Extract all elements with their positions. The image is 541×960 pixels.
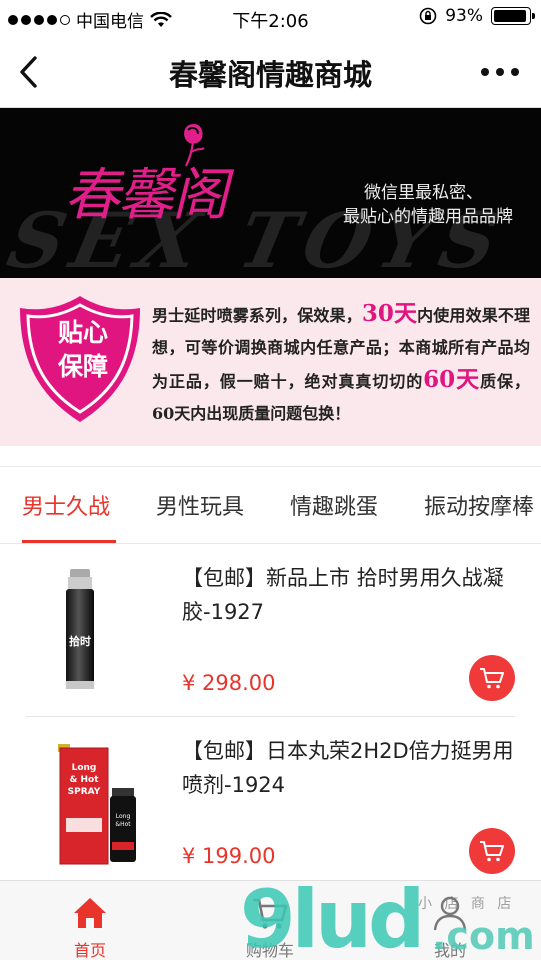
tab-vibrating-eggs[interactable]: 情趣跳蛋: [290, 489, 378, 521]
tab-vibrating-massagers[interactable]: 振动按摩棒: [424, 489, 534, 521]
product-image[interactable]: Long & Hot SPRAY Long &Hot: [40, 738, 150, 868]
active-tab-indicator: [22, 540, 116, 543]
nav-profile[interactable]: 我的: [390, 881, 510, 960]
battery-icon: [491, 7, 535, 25]
cart-icon: [480, 841, 504, 862]
product-price: ¥ 298.00: [182, 671, 276, 695]
guarantee-description: 男士延时喷雾系列，保效果，30天内使用效果不理想，可等价调换商城内任意产品；本商…: [152, 298, 530, 430]
product-price: ¥ 199.00: [182, 844, 276, 868]
cart-icon: [253, 898, 288, 929]
brand-banner[interactable]: SEX TOYS 春馨阁 微信里最私密、 最贴心的情趣用品品牌: [0, 108, 541, 278]
product-divider: [26, 716, 515, 717]
nav-home-label: 首页: [73, 941, 106, 960]
nav-profile-label: 我的: [433, 941, 466, 960]
more-options-icon[interactable]: [481, 68, 519, 76]
tab-men-endurance[interactable]: 男士久战: [22, 489, 110, 521]
product-image[interactable]: 拾时: [40, 565, 120, 695]
svg-text:Long: Long: [72, 763, 97, 773]
nav-home[interactable]: 首页: [30, 881, 150, 960]
battery-percent: 93%: [445, 6, 483, 26]
status-right: 93%: [419, 6, 535, 26]
svg-text:&Hot: &Hot: [115, 821, 131, 828]
guarantee-section: 贴心 保障 男士延时喷雾系列，保效果，30天内使用效果不理想，可等价调换商城内任…: [0, 278, 541, 446]
tab-male-toys[interactable]: 男性玩具: [156, 489, 244, 521]
category-tabs: 男士久战 男性玩具 情趣跳蛋 振动按摩棒: [0, 466, 541, 544]
guarantee-text-part1: 男士延时喷雾系列，保效果，: [152, 306, 362, 325]
svg-text:Long: Long: [116, 813, 131, 820]
badge-line1: 贴心: [57, 318, 108, 347]
svg-text:SPRAY: SPRAY: [68, 787, 101, 797]
product-image-label: 拾时: [69, 634, 91, 648]
add-to-cart-button[interactable]: [469, 828, 515, 874]
guarantee-badge: 贴心 保障: [38, 316, 128, 384]
banner-slogan-line1: 微信里最私密、: [364, 183, 483, 203]
banner-logo: 春馨阁: [64, 163, 228, 228]
add-to-cart-button[interactable]: [469, 655, 515, 701]
svg-text:& Hot: & Hot: [70, 775, 100, 785]
product-card[interactable]: Long & Hot SPRAY Long &Hot 【包邮】日本丸荣2H2D倍…: [0, 718, 541, 880]
badge-line2: 保障: [57, 352, 108, 381]
user-icon: [433, 896, 467, 931]
banner-slogan-line2: 最贴心的情趣用品品牌: [343, 207, 513, 227]
product-card[interactable]: 拾时 【包邮】新品上市 拾时男用久战凝胶-1927 ¥ 298.00: [0, 545, 541, 717]
product-title[interactable]: 【包邮】新品上市 拾时男用久战凝胶-1927: [182, 561, 522, 629]
page-title: 春馨阁情趣商城: [168, 58, 372, 92]
nav-cart[interactable]: 购物车: [210, 881, 330, 960]
product-title[interactable]: 【包邮】日本丸荣2H2D倍力挺男用喷剂-1924: [182, 734, 522, 802]
guarantee-highlight-30: 30天: [361, 300, 418, 327]
bottom-navigation: 首页 购物车 我的: [0, 880, 541, 960]
rotation-lock-icon: [419, 7, 437, 25]
nav-bar: 春馨阁情趣商城: [0, 36, 541, 108]
nav-cart-label: 购物车: [245, 941, 294, 960]
cart-icon: [480, 668, 504, 689]
home-icon: [74, 898, 106, 928]
guarantee-highlight-60: 60天: [423, 366, 481, 393]
status-bar: 中国电信 下午2:06 93%: [0, 0, 541, 36]
